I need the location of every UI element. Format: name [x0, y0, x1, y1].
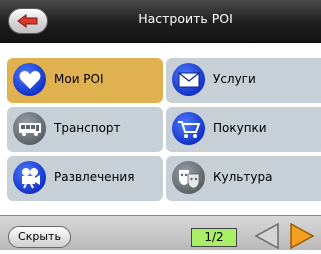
next-page-button[interactable]: [287, 222, 317, 250]
back-button[interactable]: [8, 8, 48, 34]
page-indicator: 1/2: [191, 228, 237, 247]
category-label: Мои POI: [54, 72, 104, 86]
page-title: Настроить POI: [138, 11, 233, 26]
prev-page-button[interactable]: [252, 222, 282, 250]
footer-bar: Скрыть 1/2: [0, 215, 321, 250]
envelope-icon: [172, 63, 205, 96]
category-label: Транспорт: [54, 121, 121, 135]
category-label: Услуги: [213, 72, 256, 86]
category-label: Культура: [213, 170, 273, 184]
poi-category-grid: Мои POI Услуги Транспорт Покупки Развлеч…: [0, 58, 321, 202]
back-arrow-icon: [17, 14, 38, 28]
category-label: Покупки: [213, 121, 267, 135]
category-transport[interactable]: Транспорт: [7, 107, 163, 152]
category-culture[interactable]: Культура: [166, 156, 321, 201]
bus-icon: [13, 112, 46, 145]
header-bar: Настроить POI: [0, 0, 321, 43]
theater-masks-icon: [172, 161, 205, 194]
category-label: Развлечения: [54, 170, 135, 184]
category-entertainment[interactable]: Развлечения: [7, 156, 163, 201]
prev-page-icon: [254, 222, 279, 250]
hide-button[interactable]: Скрыть: [8, 226, 71, 248]
category-services[interactable]: Услуги: [166, 58, 321, 103]
film-camera-icon: [13, 161, 46, 194]
category-shopping[interactable]: Покупки: [166, 107, 321, 152]
next-page-icon: [290, 222, 315, 250]
shopping-cart-icon: [172, 112, 205, 145]
heart-icon: [13, 63, 46, 96]
category-my-poi[interactable]: Мои POI: [7, 58, 163, 103]
